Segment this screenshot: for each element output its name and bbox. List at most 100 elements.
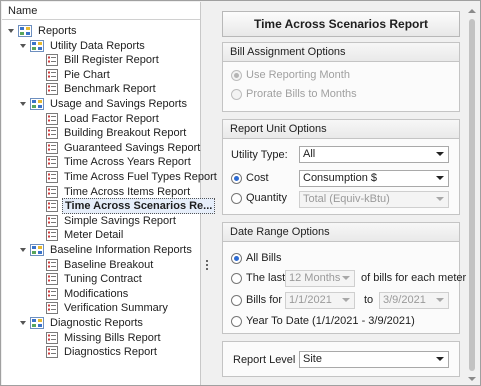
tree-group[interactable]: Diagnostic Reports: [18, 316, 145, 330]
tree-label: Benchmark Report: [64, 83, 156, 96]
tree-label: Bill Register Report: [64, 54, 159, 67]
tree-group[interactable]: Utility Data Reports: [18, 39, 147, 53]
report-group-icon: [30, 39, 44, 52]
date-range-options-group: Date Range Options All Bills The last 12…: [222, 222, 466, 334]
tree-column-header[interactable]: Name: [2, 2, 200, 20]
year-to-date-option[interactable]: Year To Date (1/1/2021 - 3/9/2021): [231, 315, 415, 327]
tree-label: Baseline Information Reports: [50, 244, 192, 256]
tree-label: Pie Chart: [64, 68, 110, 81]
radio-icon: [231, 272, 242, 284]
caret-down-icon[interactable]: [18, 245, 28, 255]
tree-item[interactable]: Benchmark Report: [46, 82, 158, 96]
tree-label: Time Across Items Report: [64, 185, 191, 198]
report-item-icon: [46, 185, 58, 198]
report-tree-panel: Name Reports Utility Data Reports Bill Reg…: [2, 2, 217, 385]
caret-down-icon[interactable]: [18, 41, 28, 51]
tree-item[interactable]: Time Across Fuel Types Report: [46, 170, 219, 184]
caret-down-icon[interactable]: [6, 26, 16, 36]
bills-for-option[interactable]: Bills for: [231, 294, 282, 306]
tree-item[interactable]: Missing Bills Report: [46, 331, 163, 345]
tree-item[interactable]: Tuning Contract: [46, 272, 144, 286]
report-level-select[interactable]: Site: [299, 351, 449, 368]
report-unit-options-title: Report Unit Options: [223, 120, 459, 139]
tree-item[interactable]: Time Across Items Report: [46, 185, 192, 199]
quantity-select[interactable]: Total (Equiv-kBtu): [299, 191, 449, 208]
scroll-up-icon[interactable]: [468, 9, 476, 13]
radio-icon: [231, 172, 242, 184]
tree-label: Load Factor Report: [64, 112, 159, 125]
tree-item[interactable]: Modifications: [46, 287, 130, 301]
report-group-icon: [30, 244, 44, 256]
tree-label: Meter Detail: [64, 229, 124, 242]
utility-type-select[interactable]: All: [299, 146, 449, 163]
tree-item[interactable]: Time Across Scenarios Re...: [46, 198, 216, 215]
tree-item[interactable]: Building Breakout Report: [46, 126, 188, 140]
bills-for-label: Bills for: [246, 294, 283, 306]
radio-icon: [231, 315, 242, 327]
tree-item[interactable]: Guaranteed Savings Report: [46, 141, 202, 155]
report-item-icon: [46, 287, 58, 300]
prorate-bills-option[interactable]: Prorate Bills to Months: [231, 88, 357, 100]
tree-label: Time Across Fuel Types Report: [64, 171, 217, 183]
tree-label: Utility Data Reports: [50, 39, 145, 52]
radio-icon: [231, 69, 242, 81]
radio-icon: [231, 88, 242, 100]
cost-value: Consumption $: [303, 172, 377, 184]
report-item-icon: [46, 54, 58, 67]
tree-group[interactable]: Baseline Information Reports: [18, 243, 194, 257]
tree-item[interactable]: Bill Register Report: [46, 53, 161, 67]
tree-root[interactable]: Reports: [6, 24, 79, 38]
caret-down-icon[interactable]: [18, 318, 28, 328]
all-bills-label: All Bills: [246, 252, 282, 264]
the-last-option[interactable]: The last: [231, 272, 285, 284]
vertical-scrollbar[interactable]: [467, 7, 477, 383]
caret-down-icon[interactable]: [18, 99, 28, 109]
report-item-icon: [46, 112, 58, 125]
cost-option[interactable]: Cost: [231, 172, 269, 184]
report-options-panel: Time Across Scenarios Report Bill Assign…: [216, 7, 466, 383]
radio-icon: [231, 252, 242, 264]
splitter-handle[interactable]: [205, 259, 209, 273]
tree-label: Guaranteed Savings Report: [64, 141, 201, 154]
chevron-down-icon: [436, 152, 444, 156]
radio-icon: [231, 192, 242, 204]
report-item-icon: [46, 302, 58, 315]
chevron-down-icon: [342, 298, 350, 302]
tree-label: Verification Summary: [64, 302, 168, 315]
tree-group[interactable]: Usage and Savings Reports: [18, 97, 189, 111]
report-group-icon: [30, 98, 44, 110]
tree-item[interactable]: Pie Chart: [46, 68, 112, 82]
the-last-select[interactable]: 12 Months: [285, 270, 355, 287]
cost-select[interactable]: Consumption $: [299, 170, 449, 187]
report-title: Time Across Scenarios Report: [222, 11, 460, 37]
the-last-label: The last: [246, 272, 286, 284]
report-item-icon: [46, 171, 58, 183]
quantity-option[interactable]: Quantity: [231, 192, 287, 204]
to-date-value: 3/9/2021: [383, 294, 426, 306]
scroll-down-icon[interactable]: [468, 377, 476, 381]
scroll-thumb[interactable]: [469, 19, 475, 371]
to-date-picker[interactable]: 3/9/2021: [379, 292, 449, 309]
chevron-down-icon: [436, 298, 444, 302]
all-bills-option[interactable]: All Bills: [231, 252, 281, 264]
use-reporting-month-option[interactable]: Use Reporting Month: [231, 69, 350, 81]
report-item-icon: [46, 83, 58, 96]
tree-item[interactable]: Verification Summary: [46, 301, 170, 315]
report-item-icon: [46, 346, 58, 359]
from-date-picker[interactable]: 1/1/2021: [285, 292, 355, 309]
tree-item[interactable]: Simple Savings Report: [46, 214, 178, 228]
radio-icon: [231, 294, 242, 306]
tree-item[interactable]: Baseline Breakout: [46, 258, 155, 272]
tree-item[interactable]: Diagnostics Report: [46, 345, 159, 359]
tree-item[interactable]: Time Across Years Report: [46, 155, 193, 169]
prorate-bills-label: Prorate Bills to Months: [246, 88, 357, 100]
tree-item[interactable]: Meter Detail: [46, 228, 125, 242]
tree-item[interactable]: Load Factor Report: [46, 112, 161, 126]
tree-label: Reports: [38, 25, 77, 37]
tree-label: Missing Bills Report: [64, 331, 161, 344]
report-item-icon: [46, 127, 58, 140]
report-level-value: Site: [303, 353, 322, 365]
report-unit-options-group: Report Unit Options Utility Type: All Co…: [222, 119, 460, 215]
report-item-icon: [46, 68, 58, 81]
report-item-icon: [46, 156, 58, 169]
